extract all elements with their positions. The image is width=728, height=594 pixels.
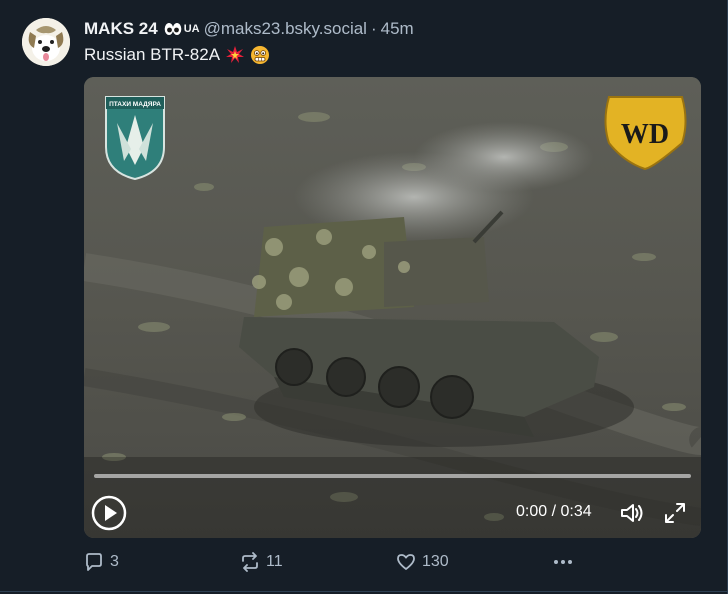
repost-count: 11 xyxy=(266,553,283,570)
play-button[interactable] xyxy=(91,495,127,531)
eyes-icon xyxy=(164,22,182,36)
video-frame: ПТАХИ МАДЯРА WD xyxy=(84,77,701,538)
face-emoji-icon xyxy=(250,45,270,65)
post-timestamp[interactable]: 45m xyxy=(381,19,414,39)
user-handle[interactable]: @maks23.bsky.social xyxy=(204,19,367,39)
time-readout: 0:00 / 0:34 xyxy=(516,503,592,520)
watermark-text: WD xyxy=(621,119,669,150)
post-body: Russian BTR-82A xyxy=(84,45,221,64)
post-card[interactable]: MAKS 24 UA @maks23.bsky.social · 45m Rus… xyxy=(0,0,728,594)
dog-avatar-icon xyxy=(22,18,70,66)
display-name[interactable]: MAKS 24 xyxy=(84,19,158,39)
unit-patch-text: ПТАХИ МАДЯРА xyxy=(109,101,161,108)
more-icon xyxy=(554,560,572,564)
like-count: 130 xyxy=(422,553,449,570)
heart-icon xyxy=(397,554,415,570)
avatar[interactable] xyxy=(22,18,70,66)
like-button[interactable]: 130 xyxy=(396,548,449,576)
flag-label: UA xyxy=(183,23,200,35)
unit-patch-icon: ПТАХИ МАДЯРА xyxy=(105,96,165,181)
volume-icon xyxy=(621,504,643,522)
fullscreen-icon xyxy=(665,503,685,523)
progress-bar[interactable] xyxy=(94,474,691,478)
explosion-emoji-icon xyxy=(225,45,245,65)
play-icon xyxy=(91,495,127,531)
reply-count: 3 xyxy=(110,553,119,570)
action-bar: 3 11 130 xyxy=(84,548,584,576)
mute-button[interactable] xyxy=(619,501,645,525)
reply-icon xyxy=(86,553,102,571)
repost-button[interactable]: 11 xyxy=(240,548,283,576)
separator: · xyxy=(370,19,377,38)
video-player[interactable]: ПТАХИ МАДЯРА WD 0:00 / 0:34 xyxy=(84,77,701,538)
post-text: Russian BTR-82A xyxy=(84,45,270,65)
repost-icon xyxy=(242,552,258,572)
post-header: MAKS 24 UA @maks23.bsky.social · 45m xyxy=(84,18,414,40)
reply-button[interactable]: 3 xyxy=(84,548,119,576)
fullscreen-button[interactable] xyxy=(663,501,687,525)
more-button[interactable] xyxy=(552,548,574,576)
divider xyxy=(0,591,728,592)
